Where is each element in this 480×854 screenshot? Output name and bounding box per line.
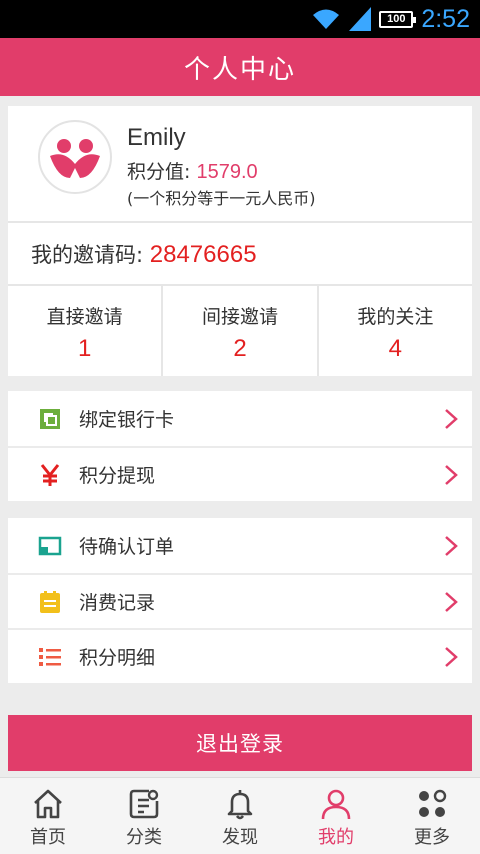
logo-icon xyxy=(50,139,100,178)
stats-row: 直接邀请 1 间接邀请 2 我的关注 4 xyxy=(8,286,472,376)
tab-label: 首页 xyxy=(30,827,66,848)
menu-group-orders: 待确认订单 消费记录 积分明细 xyxy=(8,518,472,683)
more-icon xyxy=(419,789,447,817)
tab-label: 我的 xyxy=(318,827,354,848)
menu-item-points-details[interactable]: 积分明细 xyxy=(8,628,472,683)
bell-icon xyxy=(227,790,253,820)
divider xyxy=(8,221,472,223)
wifi-icon xyxy=(313,9,340,29)
category-icon xyxy=(129,789,159,819)
points-note: (一个积分等于一元人民币) xyxy=(127,189,316,208)
stat-value: 1 xyxy=(77,335,92,362)
user-icon xyxy=(321,789,351,820)
menu-item-points-withdraw[interactable]: 积分提现 xyxy=(8,446,472,501)
stat-label: 我的关注 xyxy=(357,306,434,328)
menu-label: 积分提现 xyxy=(79,465,156,487)
stat-direct-invite[interactable]: 直接邀请 1 xyxy=(8,286,161,376)
title-bar: 个人中心 xyxy=(0,38,480,96)
page-title: 个人中心 xyxy=(183,54,296,85)
tab-label: 分类 xyxy=(126,827,162,848)
tab-home[interactable]: 首页 xyxy=(0,778,96,854)
signal-icon xyxy=(349,7,372,31)
chevron-right-icon xyxy=(445,464,458,485)
tab-label: 更多 xyxy=(414,827,450,848)
chevron-right-icon xyxy=(445,408,458,429)
stat-indirect-invite[interactable]: 间接邀请 2 xyxy=(161,286,316,376)
pending-order-icon xyxy=(38,536,62,555)
avatar[interactable] xyxy=(38,120,112,194)
menu-label: 待确认订单 xyxy=(79,536,175,558)
chevron-right-icon xyxy=(445,591,458,612)
tab-mine[interactable]: 我的 xyxy=(288,778,384,854)
points-row: 积分值: 1579.0 xyxy=(127,157,258,184)
chevron-right-icon xyxy=(445,646,458,667)
menu-item-bind-bank-card[interactable]: 绑定银行卡 xyxy=(8,391,472,446)
tab-discover[interactable]: 发现 xyxy=(192,778,288,854)
user-name: Emily xyxy=(127,124,186,151)
bank-card-icon xyxy=(40,408,60,429)
menu-item-spending-records[interactable]: 消费记录 xyxy=(8,573,472,628)
yuan-icon xyxy=(40,463,60,486)
list-icon xyxy=(39,647,61,666)
menu-label: 绑定银行卡 xyxy=(79,409,175,431)
battery-icon: 100 xyxy=(379,10,417,28)
status-time: 2:52 xyxy=(421,4,470,33)
home-icon xyxy=(34,789,62,819)
menu-item-pending-orders[interactable]: 待确认订单 xyxy=(8,518,472,573)
menu-label: 积分明细 xyxy=(79,647,156,669)
stat-my-follows[interactable]: 我的关注 4 xyxy=(316,286,472,376)
stat-value: 2 xyxy=(233,335,247,362)
invite-code: 28476665 xyxy=(149,241,257,268)
status-bar: 100 2:52 xyxy=(0,0,480,38)
profile-card: Emily 积分值: 1579.0 (一个积分等于一元人民币) 我的邀请码: 2… xyxy=(8,106,472,376)
chevron-right-icon xyxy=(445,535,458,556)
status-icons: 100 2:52 xyxy=(311,0,470,38)
notepad-icon xyxy=(40,590,60,613)
stat-value: 4 xyxy=(388,335,402,362)
stat-label: 间接邀请 xyxy=(201,306,278,328)
tab-label: 发现 xyxy=(222,827,258,848)
invite-label: 我的邀请码: xyxy=(31,243,150,267)
invite-row: 我的邀请码: 28476665 xyxy=(31,239,257,269)
bottom-tab-bar: 首页 分类 发现 我的 更多 xyxy=(0,777,480,854)
tab-category[interactable]: 分类 xyxy=(96,778,192,854)
stat-label: 直接邀请 xyxy=(46,306,123,328)
logout-button[interactable]: 退出登录 xyxy=(8,715,472,771)
points-label: 积分值: xyxy=(127,161,197,183)
tab-more[interactable]: 更多 xyxy=(384,778,480,854)
menu-label: 消费记录 xyxy=(79,592,156,614)
menu-group-account: 绑定银行卡 积分提现 xyxy=(8,391,472,501)
points-value: 1579.0 xyxy=(196,161,258,183)
